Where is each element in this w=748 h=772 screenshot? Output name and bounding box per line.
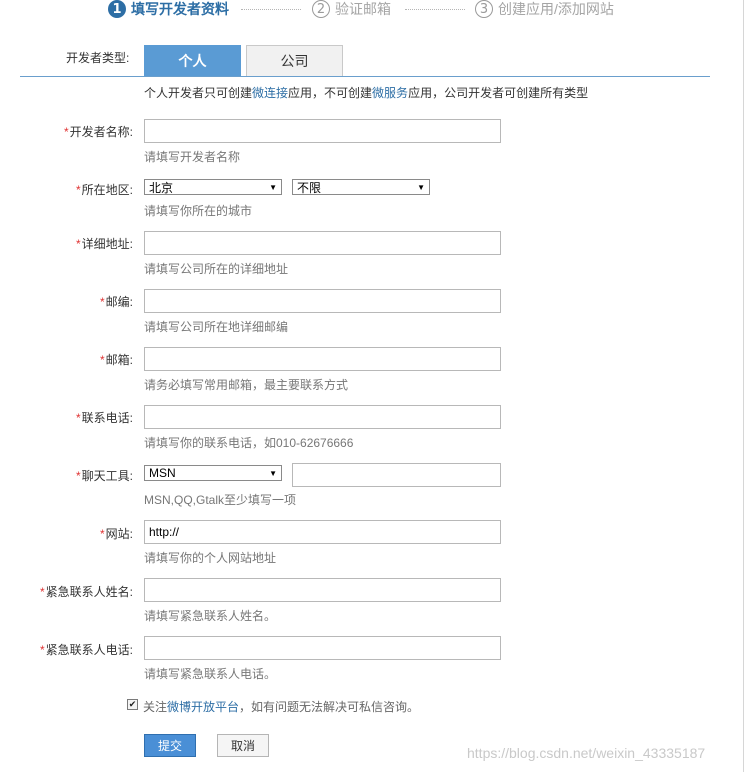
im-tool-select-value: MSN [149, 466, 176, 480]
follow-link-weibo-open-platform[interactable]: 微博开放平台 [167, 700, 239, 714]
chevron-down-icon: ▼ [269, 182, 277, 192]
email-hint: 请务必填写常用邮箱，最主要联系方式 [144, 378, 349, 392]
required-mark: * [99, 353, 105, 367]
step-2-number-icon: 2 [312, 0, 330, 18]
dev-name-label-text: 开发者名称: [69, 125, 133, 139]
website-label: *网站: [100, 525, 133, 542]
required-mark: * [75, 411, 81, 425]
tab-company[interactable]: 公司 [246, 45, 343, 76]
email-input[interactable] [144, 347, 501, 371]
im-label: *聊天工具: [76, 467, 133, 484]
chevron-down-icon: ▼ [269, 468, 277, 478]
page-right-border [743, 0, 744, 772]
step-divider [405, 9, 465, 10]
required-mark: * [39, 585, 45, 599]
dev-name-label: *开发者名称: [64, 123, 133, 140]
step-1: 1 填写开发者资料 [108, 0, 229, 18]
step-divider [241, 9, 301, 10]
province-select[interactable]: 北京 ▼ [144, 179, 282, 195]
follow-prefix: 关注 [143, 700, 168, 714]
region-hint: 请填写你所在的城市 [144, 204, 253, 218]
website-input[interactable] [144, 520, 501, 544]
address-label: *详细地址: [76, 235, 133, 252]
required-mark: * [99, 295, 105, 309]
region-label: *所在地区: [76, 181, 133, 198]
step-indicator: 1 填写开发者资料 2 验证邮箱 3 创建应用/添加网站 [0, 0, 748, 18]
city-select[interactable]: 不限 ▼ [292, 179, 430, 195]
dev-type-label: 开发者类型: [66, 51, 130, 65]
step-3-number-icon: 3 [475, 0, 493, 18]
address-hint: 请填写公司所在的详细地址 [144, 262, 289, 276]
email-label-text: 邮箱: [105, 353, 133, 367]
email-label: *邮箱: [100, 351, 133, 368]
im-account-input[interactable] [292, 463, 501, 487]
note-link-micro-connect[interactable]: 微连接 [252, 86, 288, 100]
dev-type-note: 个人开发者只可创建微连接应用，不可创建微服务应用，公司开发者可创建所有类型 [144, 84, 588, 101]
emergency-phone-input[interactable] [144, 636, 501, 660]
note-text: 个人开发者只可创建 [144, 86, 253, 100]
region-label-text: 所在地区: [81, 183, 133, 197]
step-1-label: 填写开发者资料 [131, 1, 229, 17]
postcode-label-text: 邮编: [105, 295, 133, 309]
tab-personal[interactable]: 个人 [144, 45, 241, 76]
step-1-number-icon: 1 [108, 0, 126, 18]
follow-checkbox[interactable]: ✔ [127, 699, 138, 710]
dev-name-input[interactable] [144, 119, 501, 143]
emergency-phone-label-text: 紧急联系人电话: [45, 643, 133, 657]
note-text: 应用，不可创建 [288, 86, 373, 100]
postcode-label: *邮编: [100, 293, 133, 310]
postcode-hint: 请填写公司所在地详细邮编 [144, 320, 289, 334]
phone-hint: 请填写你的联系电话，如010-62676666 [144, 436, 354, 450]
postcode-input[interactable] [144, 289, 501, 313]
im-hint: MSN,QQ,Gtalk至少填写一项 [144, 493, 297, 507]
website-label-text: 网站: [105, 527, 133, 541]
follow-text: 关注微博开放平台，如有问题无法解决可私信咨询。 [143, 698, 419, 715]
im-tool-select[interactable]: MSN ▼ [144, 465, 282, 481]
note-link-micro-service[interactable]: 微服务 [372, 86, 408, 100]
province-select-value: 北京 [149, 180, 174, 195]
phone-label-text: 联系电话: [81, 411, 133, 425]
required-mark: * [75, 183, 81, 197]
address-input[interactable] [144, 231, 501, 255]
cancel-button[interactable]: 取消 [217, 734, 269, 757]
required-mark: * [39, 643, 45, 657]
website-hint: 请填写你的个人网站地址 [144, 551, 277, 565]
im-label-text: 聊天工具: [81, 469, 133, 483]
required-mark: * [63, 125, 69, 139]
phone-input[interactable] [144, 405, 501, 429]
emergency-name-label: *紧急联系人姓名: [40, 583, 133, 600]
city-select-value: 不限 [297, 180, 322, 195]
required-mark: * [75, 469, 81, 483]
emergency-name-label-text: 紧急联系人姓名: [45, 585, 133, 599]
follow-suffix: ，如有问题无法解决可私信咨询。 [239, 700, 420, 714]
step-3: 3 创建应用/添加网站 [475, 0, 614, 18]
step-3-label: 创建应用/添加网站 [498, 1, 614, 17]
chevron-down-icon: ▼ [417, 182, 425, 192]
step-2: 2 验证邮箱 [312, 0, 391, 18]
dev-name-hint: 请填写开发者名称 [144, 150, 241, 164]
checkmark-icon: ✔ [128, 699, 137, 709]
emergency-phone-label: *紧急联系人电话: [40, 641, 133, 658]
required-mark: * [99, 527, 105, 541]
emergency-name-input[interactable] [144, 578, 501, 602]
tab-underline [20, 76, 710, 77]
required-mark: * [75, 237, 81, 251]
emergency-name-hint: 请填写紧急联系人姓名。 [144, 609, 277, 623]
note-text: 应用，公司开发者可创建所有类型 [408, 86, 589, 100]
phone-label: *联系电话: [76, 409, 133, 426]
watermark: https://blog.csdn.net/weixin_43335187 [467, 745, 706, 761]
emergency-phone-hint: 请填写紧急联系人电话。 [144, 667, 277, 681]
address-label-text: 详细地址: [81, 237, 133, 251]
submit-button[interactable]: 提交 [144, 734, 196, 757]
step-2-label: 验证邮箱 [335, 1, 391, 17]
